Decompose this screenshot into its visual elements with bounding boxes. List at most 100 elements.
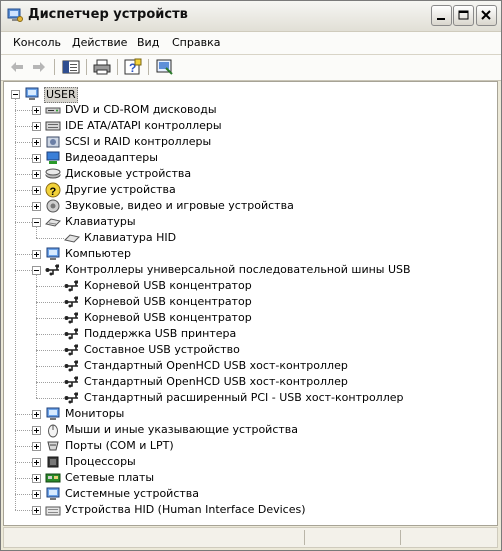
- expand-button-10[interactable]: [32, 410, 41, 419]
- tree-category-4[interactable]: Дисковые устройства: [65, 167, 191, 181]
- tree-connector: [15, 190, 32, 191]
- expand-button-8[interactable]: [32, 250, 41, 259]
- usb-device-icon: [64, 392, 78, 404]
- tree-connector: [36, 302, 64, 303]
- unknown-device-icon: ?: [45, 182, 61, 198]
- usb-device-icon: [64, 344, 78, 356]
- tree-connector: [15, 222, 32, 223]
- help-icon[interactable]: ?: [124, 58, 142, 76]
- expand-button-3[interactable]: [32, 154, 41, 163]
- tree-device-item[interactable]: Корневой USB концентратор: [84, 279, 252, 293]
- window-title: Диспетчер устройств: [28, 7, 188, 22]
- tree-category-2[interactable]: SCSI и RAID контроллеры: [65, 135, 211, 149]
- tree-category-16[interactable]: Устройства HID (Human Interface Devices): [65, 503, 306, 517]
- show-hide-tree-icon[interactable]: [62, 58, 80, 76]
- menu-help[interactable]: Справка: [172, 36, 220, 49]
- expand-button-1[interactable]: [32, 122, 41, 131]
- root-collapse-button[interactable]: [11, 90, 20, 99]
- tree-category-11[interactable]: Мыши и иные указывающие устройства: [65, 423, 298, 437]
- tree-category-1[interactable]: IDE ATA/ATAPI контроллеры: [65, 119, 222, 133]
- tree-category-15[interactable]: Системные устройства: [65, 487, 199, 501]
- device-manager-window: Диспетчер устройств Консоль Действие Вид…: [0, 0, 502, 551]
- usb-device-icon: [64, 360, 78, 372]
- expand-button-15[interactable]: [32, 490, 41, 499]
- video-adapter-icon: [46, 151, 60, 164]
- svg-text:?: ?: [50, 186, 57, 198]
- tree-connector: [15, 478, 32, 479]
- usb-device-icon: [64, 328, 78, 340]
- back-arrow-icon[interactable]: [8, 58, 26, 76]
- expand-button-14[interactable]: [32, 474, 41, 483]
- system-device-icon: [46, 487, 60, 500]
- menu-action[interactable]: Действие: [72, 36, 127, 49]
- close-button[interactable]: [476, 5, 497, 26]
- title-bar[interactable]: Диспетчер устройств: [1, 1, 501, 32]
- tree-connector: [15, 110, 32, 111]
- expand-button-6[interactable]: [32, 202, 41, 211]
- tree-device-item[interactable]: Поддержка USB принтера: [84, 327, 236, 341]
- tree-category-12[interactable]: Порты (COM и LPT): [65, 439, 174, 453]
- menu-view[interactable]: Вид: [137, 36, 159, 49]
- toolbar-separator: [148, 59, 149, 75]
- tree-connector: [15, 430, 32, 431]
- tree-category-5[interactable]: Другие устройства: [65, 183, 176, 197]
- tree-category-7[interactable]: Клавиатуры: [65, 215, 136, 229]
- tree-connector: [15, 446, 32, 447]
- expand-button-2[interactable]: [32, 138, 41, 147]
- toolbar-separator: [86, 59, 87, 75]
- expand-button-9[interactable]: [32, 266, 41, 275]
- tree-category-9[interactable]: Контроллеры универсальной последовательн…: [65, 263, 411, 277]
- expand-button-0[interactable]: [32, 106, 41, 115]
- minimize-button[interactable]: [431, 5, 452, 26]
- expand-button-12[interactable]: [32, 442, 41, 451]
- menu-bar: Консоль Действие Вид Справка: [1, 32, 501, 55]
- tree-category-3[interactable]: Видеоадаптеры: [65, 151, 158, 165]
- keyboard-icon: [45, 218, 61, 227]
- tree-category-13[interactable]: Процессоры: [65, 455, 136, 469]
- tree-connector: [36, 238, 64, 239]
- tree-connector: [15, 99, 16, 510]
- tree-device-item[interactable]: Составное USB устройство: [84, 343, 240, 357]
- scsi-controller-icon: [46, 136, 60, 148]
- expand-button-4[interactable]: [32, 170, 41, 179]
- tree-connector: [15, 206, 32, 207]
- tree-connector: [36, 275, 37, 398]
- tree-device-item[interactable]: Корневой USB концентратор: [84, 311, 252, 325]
- tree-category-14[interactable]: Сетевые платы: [65, 471, 154, 485]
- expand-button-16[interactable]: [32, 506, 41, 515]
- device-manager-icon: [7, 8, 23, 22]
- tree-device-item[interactable]: Клавиатура HID: [84, 231, 176, 245]
- properties-icon[interactable]: [156, 58, 174, 76]
- tree-connector: [36, 227, 37, 238]
- port-icon: [47, 441, 59, 451]
- tree-category-0[interactable]: DVD и CD-ROM дисководы: [65, 103, 217, 117]
- tree-connector: [15, 462, 32, 463]
- tree-connector: [15, 174, 32, 175]
- device-tree[interactable]: USER DVD и CD-ROM дисководы IDE ATA/ATAPI …: [3, 81, 498, 526]
- tree-connector: [36, 366, 64, 367]
- tree-connector: [15, 270, 32, 271]
- menu-console[interactable]: Консоль: [13, 36, 61, 49]
- tree-device-item[interactable]: Корневой USB концентратор: [84, 295, 252, 309]
- expand-button-7[interactable]: [32, 218, 41, 227]
- tree-device-item[interactable]: Стандартный OpenHCD USB хост-контроллер: [84, 359, 348, 373]
- print-icon[interactable]: [93, 58, 111, 76]
- maximize-button[interactable]: [453, 5, 474, 26]
- tree-category-10[interactable]: Мониторы: [65, 407, 124, 421]
- tree-category-8[interactable]: Компьютер: [65, 247, 131, 261]
- toolbar: ?: [1, 55, 501, 81]
- disk-drive-icon: [45, 168, 61, 179]
- close-icon: [481, 10, 491, 20]
- monitor-icon: [46, 407, 60, 420]
- forward-arrow-icon[interactable]: [30, 58, 48, 76]
- expand-button-11[interactable]: [32, 426, 41, 435]
- expand-button-5[interactable]: [32, 186, 41, 195]
- tree-device-item[interactable]: Стандартный OpenHCD USB хост-контроллер: [84, 375, 348, 389]
- tree-device-item[interactable]: Стандартный расширенный PCI - USB хост-к…: [84, 391, 404, 405]
- tree-root-user[interactable]: USER: [44, 87, 78, 103]
- expand-button-13[interactable]: [32, 458, 41, 467]
- usb-icon: [45, 264, 59, 276]
- tree-connector: [36, 398, 64, 399]
- tree-category-6[interactable]: Звуковые, видео и игровые устройства: [65, 199, 294, 213]
- status-bar: [3, 527, 498, 548]
